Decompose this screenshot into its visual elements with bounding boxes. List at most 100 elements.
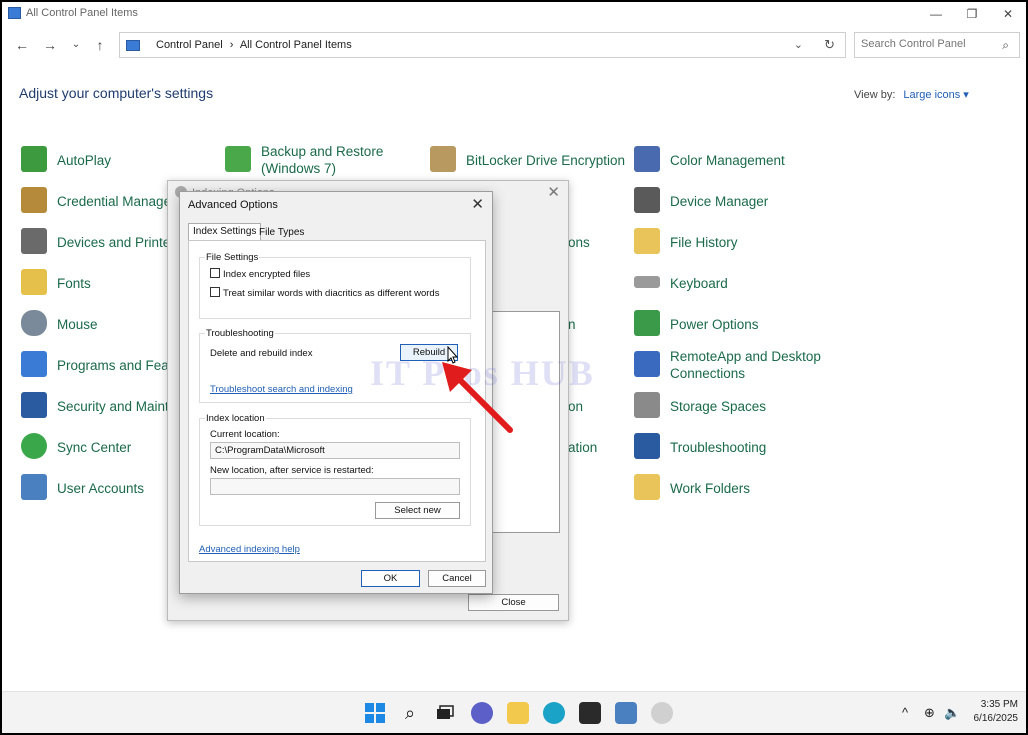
edge-icon[interactable] <box>543 702 565 724</box>
cp-item-label: Power Options <box>670 317 759 332</box>
chevron-right-icon[interactable]: › <box>230 39 234 51</box>
cp-item-file-history[interactable]: File History <box>634 224 834 260</box>
view-by-label: View by: <box>854 89 896 101</box>
chevron-down-icon[interactable]: ⌄ <box>794 38 803 51</box>
cp-item-sync-center[interactable]: Sync Center <box>21 429 171 465</box>
diacritics-checkbox[interactable]: Treat similar words with diacritics as d… <box>210 287 439 299</box>
windows-start-icon[interactable] <box>364 702 386 724</box>
encrypt-checkbox[interactable]: Index encrypted files <box>210 268 310 280</box>
key-icon <box>430 146 456 172</box>
clock-time: 3:35 PM <box>980 699 1018 710</box>
chevron-up-icon[interactable]: ^ <box>902 705 908 720</box>
search-box[interactable]: ⌕ <box>854 32 1020 58</box>
view-by-dropdown[interactable]: Large icons ▾ <box>903 89 968 101</box>
breadcrumb: Control Panel › All Control Panel Items <box>156 39 356 51</box>
chat-icon[interactable] <box>471 702 493 724</box>
refresh-icon[interactable]: ↻ <box>824 37 835 53</box>
cp-item-label: Storage Spaces <box>670 399 767 414</box>
remote-desktop-icon <box>634 351 660 377</box>
store-icon[interactable] <box>579 702 601 724</box>
printer-icon <box>21 228 47 254</box>
cp-item-device-manager[interactable]: Device Manager <box>634 183 834 219</box>
file-explorer-icon[interactable] <box>507 702 529 724</box>
credential-manager-icon <box>21 187 47 213</box>
cp-item-label: Backup and Restore (Windows 7) <box>261 144 384 176</box>
cp-item-user-accounts[interactable]: User Accounts <box>21 470 171 506</box>
speaker-icon[interactable]: 🔈 <box>944 705 960 721</box>
cp-item-credential-manager[interactable]: Credential Manager <box>21 183 176 219</box>
cp-item-fonts[interactable]: Fonts <box>21 265 171 301</box>
breadcrumb-control-panel[interactable]: Control Panel <box>156 39 223 51</box>
new-location-field <box>210 478 460 495</box>
back-button[interactable]: ← <box>12 35 32 55</box>
window-title: All Control Panel Items <box>26 7 138 19</box>
cp-item-label: Devices and Printers <box>57 235 182 250</box>
cp-item-work-folders[interactable]: Work Folders <box>634 470 834 506</box>
troubleshoot-link[interactable]: Troubleshoot search and indexing <box>210 384 353 395</box>
select-new-button[interactable]: Select new <box>375 502 460 519</box>
globe-icon[interactable]: ⊕ <box>924 705 935 721</box>
control-panel-icon[interactable] <box>615 702 637 724</box>
recent-locations-button[interactable]: ⌄ <box>66 35 86 55</box>
close-button[interactable]: ✕ <box>990 4 1026 24</box>
control-panel-icon <box>8 7 21 19</box>
cp-item-security-maintenance[interactable]: Security and Maintenance <box>21 388 213 424</box>
index-location-group: Index location Current location: C:\Prog… <box>199 413 471 526</box>
cp-item-backup-restore[interactable]: Backup and Restore (Windows 7) <box>225 142 405 178</box>
cp-item-label: n <box>568 317 576 332</box>
cp-item-autoplay[interactable]: AutoPlay <box>21 142 201 178</box>
advanced-help-link[interactable]: Advanced indexing help <box>199 544 300 555</box>
close-icon[interactable]: ✕ <box>547 183 560 201</box>
minimize-button[interactable]: — <box>918 4 954 24</box>
search-icon[interactable]: ⌕ <box>1002 38 1009 53</box>
clock[interactable]: 3:35 PM 6/16/2025 <box>964 698 1019 726</box>
close-dialog-button[interactable]: Close <box>468 594 559 611</box>
cancel-button[interactable]: Cancel <box>428 570 486 587</box>
page-title: Adjust your computer's settings <box>19 85 214 101</box>
cp-item-keyboard[interactable]: Keyboard <box>634 265 834 301</box>
fonts-icon <box>21 269 47 295</box>
cp-item-label: File History <box>670 235 738 250</box>
cp-item-color-management[interactable]: Color Management <box>634 142 834 178</box>
taskbar: ⌕ ^ ⊕ 🔈 3:35 PM 6/16/2025 <box>2 691 1026 733</box>
red-arrow-icon <box>442 362 513 433</box>
task-view-icon[interactable] <box>434 702 456 724</box>
search-input[interactable] <box>861 38 991 50</box>
view-by: View by: Large icons ▾ <box>854 88 969 101</box>
cp-item-troubleshooting[interactable]: Troubleshooting <box>634 429 834 465</box>
cp-item-label: RemoteApp and Desktop Connections <box>670 349 821 381</box>
cp-item-mouse[interactable]: Mouse <box>21 306 171 342</box>
keyboard-icon <box>634 276 660 288</box>
sync-icon <box>21 433 47 459</box>
group-label: Index location <box>205 413 266 424</box>
search-icon[interactable]: ⌕ <box>399 702 421 724</box>
address-bar[interactable]: Control Panel › All Control Panel Items … <box>119 32 846 58</box>
ok-button[interactable]: OK <box>361 570 420 587</box>
file-settings-group: File Settings Index encrypted files Trea… <box>199 252 471 319</box>
autoplay-icon <box>21 146 47 172</box>
new-location-label: New location, after service is restarted… <box>210 465 374 476</box>
cp-item-programs-features[interactable]: Programs and Features <box>21 347 199 383</box>
flag-icon <box>21 392 47 418</box>
cp-item-storage-spaces[interactable]: Storage Spaces <box>634 388 834 424</box>
cp-item-bitlocker[interactable]: BitLocker Drive Encryption <box>430 142 630 178</box>
indexing-options-icon[interactable] <box>651 702 673 724</box>
cp-item-label: Sync Center <box>57 440 132 455</box>
up-button[interactable]: ↑ <box>90 35 110 55</box>
programs-features-icon <box>21 351 47 377</box>
cp-item-label: Credential Manager <box>57 194 176 209</box>
close-icon[interactable]: ✕ <box>471 195 484 213</box>
cp-item-label: BitLocker Drive Encryption <box>466 153 626 168</box>
forward-button[interactable]: → <box>40 35 60 55</box>
cp-item-remoteapp[interactable]: RemoteApp and Desktop Connections <box>634 347 834 383</box>
cp-item-label: ons <box>568 235 590 250</box>
cp-item-power-options[interactable]: Power Options <box>634 306 834 342</box>
power-icon <box>634 310 660 336</box>
cp-item-label: Keyboard <box>670 276 728 291</box>
cp-item-devices-printers[interactable]: Devices and Printers <box>21 224 182 260</box>
current-location-field: C:\ProgramData\Microsoft <box>210 442 460 459</box>
maximize-button[interactable]: ❐ <box>954 4 990 24</box>
dialog-title: Advanced Options <box>188 199 278 211</box>
breadcrumb-all-items[interactable]: All Control Panel Items <box>240 39 352 51</box>
delete-rebuild-label: Delete and rebuild index <box>210 348 313 359</box>
